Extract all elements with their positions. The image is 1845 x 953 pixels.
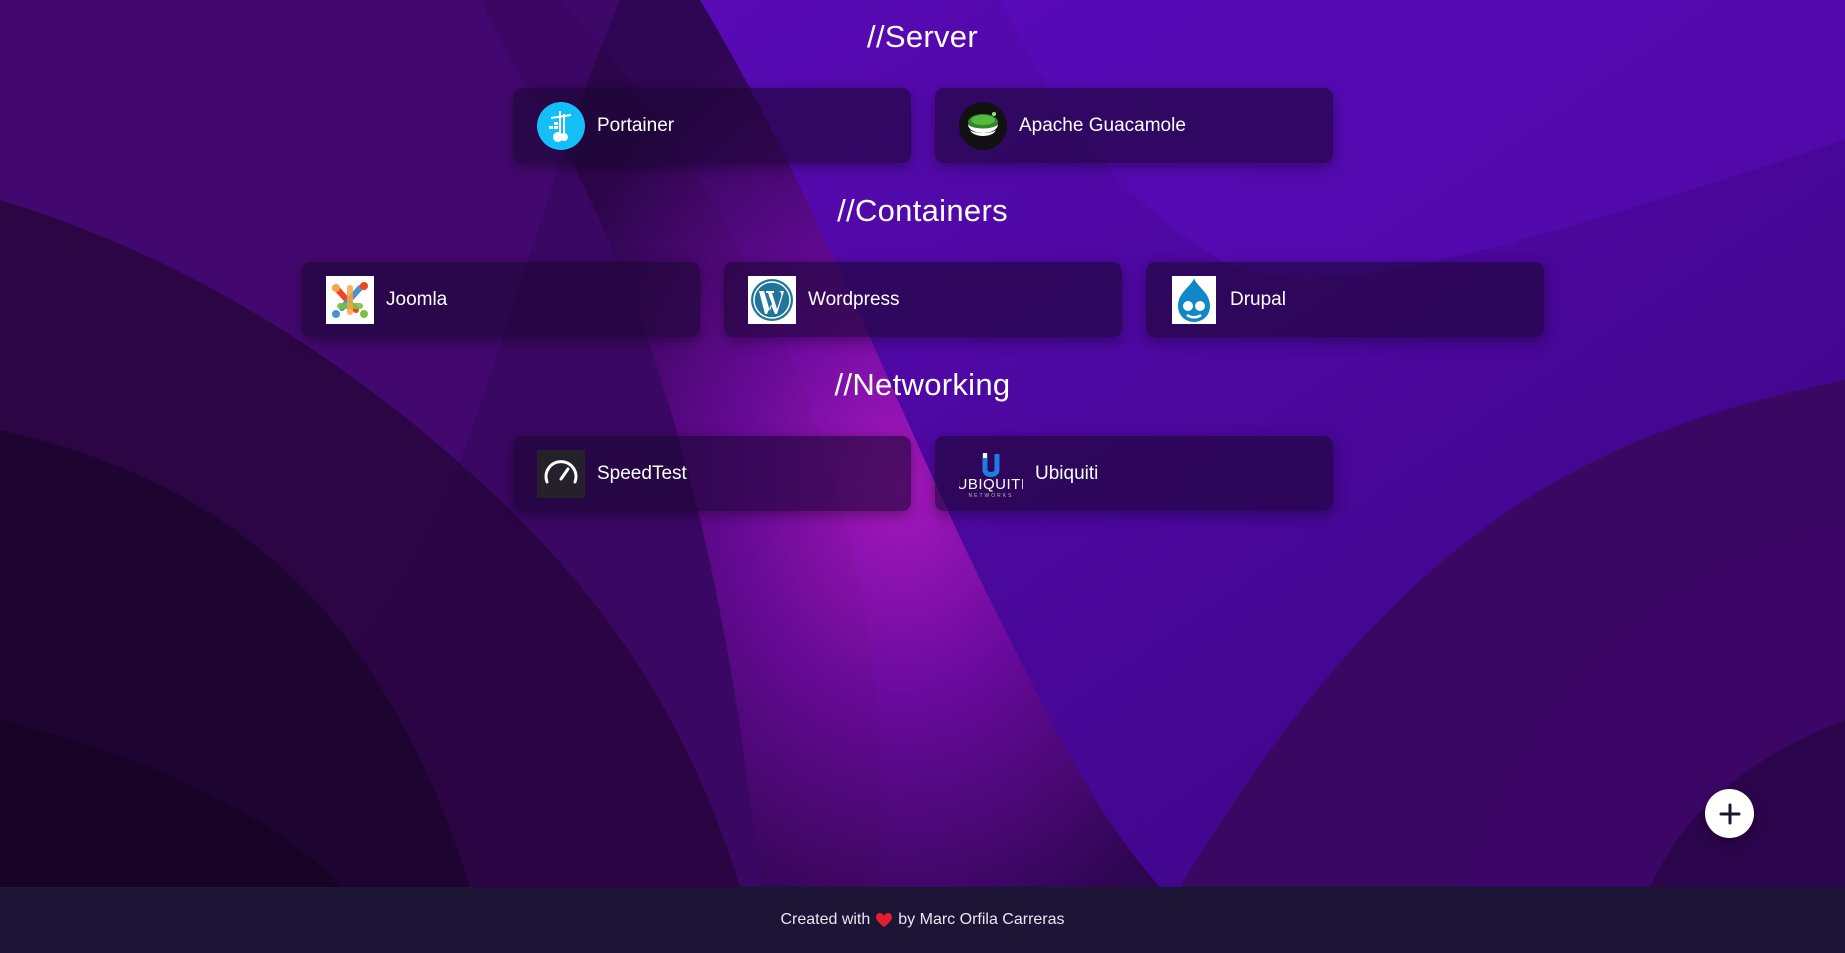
svg-text:NETWORKS: NETWORKS [969, 493, 1014, 498]
plus-icon [1719, 803, 1741, 825]
app-card-wordpress[interactable]: Wordpress [724, 262, 1122, 337]
app-card-label: Wordpress [808, 288, 900, 310]
app-card-label: Apache Guacamole [1019, 114, 1186, 136]
guacamole-icon [959, 101, 1007, 150]
heart-icon [875, 912, 893, 928]
drupal-icon [1170, 275, 1218, 324]
ubiquiti-icon: UBIQUITI NETWORKS [959, 450, 1023, 498]
app-card-label: SpeedTest [597, 462, 687, 484]
app-card-label: Drupal [1230, 288, 1286, 310]
speedtest-icon [537, 449, 585, 498]
footer-prefix: Created with [780, 911, 871, 928]
footer-author: by Marc Orfila Carreras [898, 911, 1065, 928]
section-title-networking: //Networking [834, 367, 1011, 402]
joomla-icon [326, 275, 374, 324]
app-card-apache-guacamole[interactable]: Apache Guacamole [935, 88, 1333, 163]
dashboard: //Server Portainer Apache Guacamole //Co… [0, 0, 1845, 887]
wordpress-icon [748, 275, 796, 324]
app-card-joomla[interactable]: Joomla [302, 262, 700, 337]
app-card-drupal[interactable]: Drupal [1146, 262, 1544, 337]
app-card-label: Ubiquiti [1035, 462, 1099, 484]
app-card-label: Portainer [597, 114, 675, 136]
app-card-portainer[interactable]: Portainer [513, 88, 911, 163]
portainer-icon [537, 101, 585, 150]
add-button[interactable] [1705, 789, 1754, 838]
svg-text:UBIQUITI: UBIQUITI [959, 476, 1023, 493]
section-title-containers: //Containers [837, 193, 1008, 228]
section-title-server: //Server [867, 19, 978, 54]
app-card-speedtest[interactable]: SpeedTest [513, 436, 911, 511]
footer: Created with by Marc Orfila Carreras [0, 887, 1845, 953]
app-card-ubiquiti[interactable]: UBIQUITI NETWORKS Ubiquiti [935, 436, 1333, 511]
app-card-label: Joomla [386, 288, 448, 310]
